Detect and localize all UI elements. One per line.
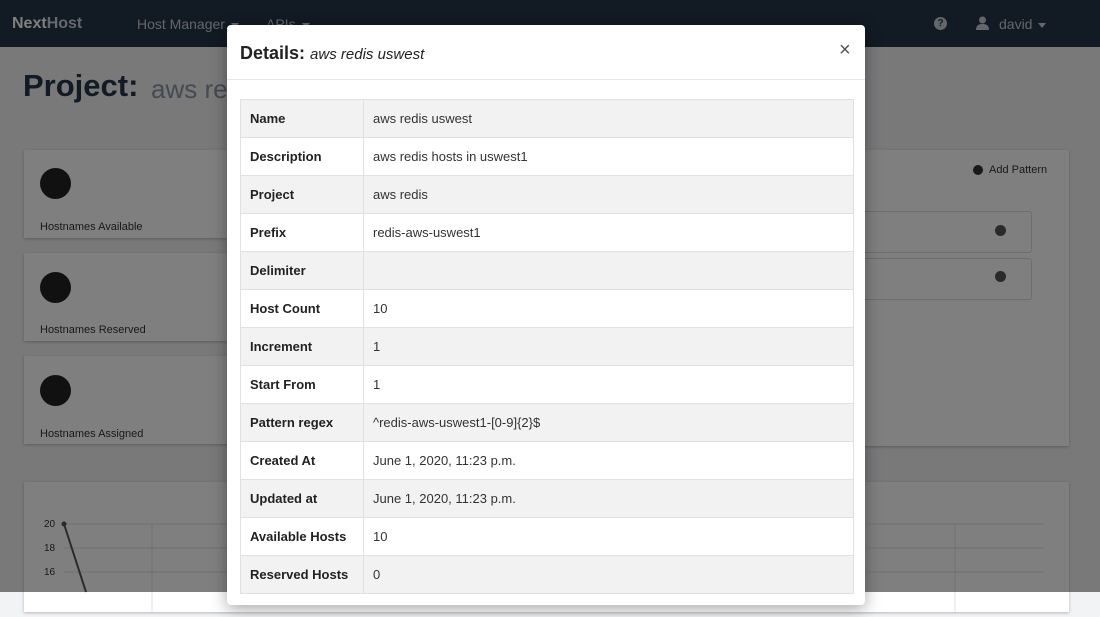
modal-title: Details: aws redis uswest	[240, 43, 424, 64]
row-key: Reserved Hosts	[240, 555, 364, 594]
row-value: 1	[363, 365, 854, 404]
row-key: Updated at	[240, 479, 364, 518]
table-row: Increment 1	[240, 327, 854, 366]
table-row: Delimiter	[240, 251, 854, 290]
row-key: Name	[240, 99, 364, 138]
row-key: Start From	[240, 365, 364, 404]
modal-title-prefix: Details:	[240, 43, 306, 63]
table-row: Available Hosts 10	[240, 517, 854, 556]
row-value: aws redis uswest	[363, 99, 854, 138]
row-value: 1	[363, 327, 854, 366]
row-value: 0	[363, 555, 854, 594]
row-key: Prefix	[240, 213, 364, 252]
table-row: Start From 1	[240, 365, 854, 404]
row-value: ^redis-aws-uswest1-[0-9]{2}$	[363, 403, 854, 442]
row-key: Created At	[240, 441, 364, 480]
row-key: Host Count	[240, 289, 364, 328]
row-key: Increment	[240, 327, 364, 366]
row-value: redis-aws-uswest1	[363, 213, 854, 252]
details-table: Name aws redis uswest Description aws redi…	[240, 99, 854, 594]
row-key: Pattern regex	[240, 403, 364, 442]
row-key: Delimiter	[240, 251, 364, 290]
row-value: 10	[363, 289, 854, 328]
row-value: June 1, 2020, 11:23 p.m.	[363, 441, 854, 480]
row-key: Project	[240, 175, 364, 214]
table-row: Updated at June 1, 2020, 11:23 p.m.	[240, 479, 854, 518]
row-value	[363, 251, 854, 290]
table-row: Project aws redis	[240, 175, 854, 214]
row-key: Description	[240, 137, 364, 176]
table-row: Host Count 10	[240, 289, 854, 328]
table-row: Reserved Hosts 0	[240, 555, 854, 594]
table-row: Pattern regex ^redis-aws-uswest1-[0-9]{2}…	[240, 403, 854, 442]
row-value: 10	[363, 517, 854, 556]
row-value: June 1, 2020, 11:23 p.m.	[363, 479, 854, 518]
table-row: Name aws redis uswest	[240, 99, 854, 138]
table-row: Description aws redis hosts in uswest1	[240, 137, 854, 176]
row-value: aws redis	[363, 175, 854, 214]
row-value: aws redis hosts in uswest1	[363, 137, 854, 176]
modal-header: Details: aws redis uswest ×	[227, 25, 865, 80]
table-row: Prefix redis-aws-uswest1	[240, 213, 854, 252]
table-row: Created At June 1, 2020, 11:23 p.m.	[240, 441, 854, 480]
close-button[interactable]: ×	[839, 39, 851, 62]
modal-title-name: aws redis uswest	[310, 46, 425, 63]
details-modal: Details: aws redis uswest × Name aws redi…	[227, 25, 865, 605]
row-key: Available Hosts	[240, 517, 364, 556]
